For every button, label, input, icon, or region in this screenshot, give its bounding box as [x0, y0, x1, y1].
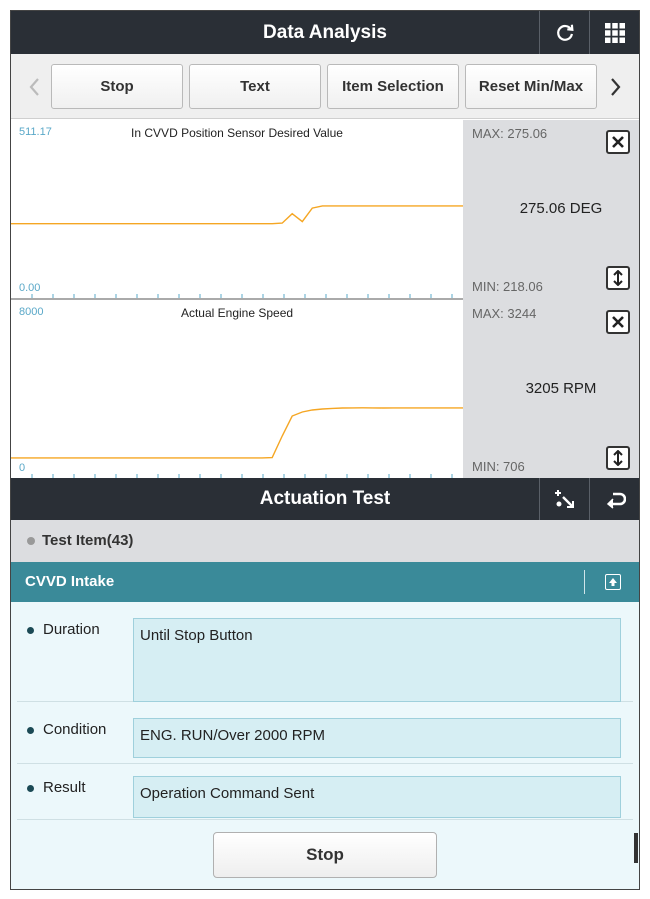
series-line [11, 205, 463, 225]
result-value: Operation Command Sent [133, 776, 621, 818]
remove-graph-button[interactable] [606, 130, 630, 154]
graph-line-chart [11, 205, 463, 300]
graph-panel-engine-speed: 8000 Actual Engine Speed 0 MAX: 3244 320… [11, 300, 639, 480]
bullet-dot [27, 727, 34, 734]
actuation-test-header: Actuation Test [11, 478, 639, 520]
min-value: MIN: 706 [472, 459, 525, 474]
stop-toolbar-button[interactable]: Stop [51, 64, 183, 109]
test-item-bar[interactable]: Test Item(43) [11, 520, 639, 562]
toolbar: Stop Text Item Selection Reset Min/Max [11, 54, 639, 119]
current-value: 275.06 DEG [519, 200, 603, 217]
result-label: Result [43, 779, 86, 796]
scrollbar-thumb[interactable] [634, 833, 638, 863]
item-selection-button[interactable]: Item Selection [327, 64, 459, 109]
condition-value: ENG. RUN/Over 2000 RPM [133, 718, 621, 758]
graph-plot-area[interactable]: 8000 Actual Engine Speed 0 [11, 300, 463, 480]
series-line [11, 407, 463, 459]
stop-button[interactable]: Stop [213, 832, 437, 878]
grid-menu-button[interactable] [589, 11, 639, 54]
toolbar-next-button[interactable] [601, 64, 631, 109]
selected-test-bar[interactable]: CVVD Intake [11, 562, 639, 602]
max-value: MAX: 3244 [472, 306, 537, 321]
chevron-right-icon [611, 77, 621, 96]
collapse-up-icon [609, 578, 617, 586]
duration-value: Until Stop Button [133, 618, 621, 702]
test-detail-panel: Duration Until Stop Button Condition ENG… [11, 602, 639, 889]
scale-graph-button[interactable] [606, 266, 630, 290]
bullet-dot [27, 627, 34, 634]
toolbar-prev-button[interactable] [19, 64, 49, 109]
grid-menu-icon [604, 22, 625, 43]
vertical-resize-icon [613, 270, 623, 286]
refresh-icon [556, 24, 574, 41]
return-arrow-icon [606, 492, 626, 509]
graph-line-chart [11, 407, 463, 480]
data-analysis-header: Data Analysis [11, 11, 639, 54]
bullet-dot [27, 785, 34, 792]
condition-label: Condition [43, 721, 107, 738]
remove-graph-button[interactable] [606, 310, 630, 334]
text-button[interactable]: Text [189, 64, 321, 109]
vertical-resize-icon [613, 450, 623, 466]
bullet-dot [27, 537, 35, 545]
result-row: Result Operation Command Sent [17, 764, 633, 820]
max-value: MAX: 275.06 [472, 126, 548, 141]
graph-plot-area[interactable]: 511.17 In CVVD Position Sensor Desired V… [11, 120, 463, 300]
chevron-left-icon [29, 77, 39, 96]
selected-test-name: CVVD Intake [25, 573, 115, 590]
test-item-count: Test Item(43) [42, 532, 134, 549]
collapse-button[interactable] [605, 574, 621, 590]
duration-row: Duration Until Stop Button [17, 602, 633, 702]
refresh-button[interactable] [539, 11, 589, 54]
min-value: MIN: 218.06 [472, 279, 543, 294]
close-icon [612, 316, 624, 328]
close-icon [612, 136, 624, 148]
current-value: 3205 RPM [525, 380, 597, 397]
tools-button[interactable] [539, 478, 589, 520]
graph-panel-cvvd-position: 511.17 In CVVD Position Sensor Desired V… [11, 120, 639, 300]
condition-row: Condition ENG. RUN/Over 2000 RPM [17, 710, 633, 764]
app-frame: Data Analysis Stop Text Item Selection R… [10, 10, 640, 890]
graph-side-panel: MAX: 275.06 275.06 DEG MIN: 218.06 [463, 120, 639, 300]
reset-min-max-button[interactable]: Reset Min/Max [465, 64, 597, 109]
graph-side-panel: MAX: 3244 3205 RPM MIN: 706 [463, 300, 639, 480]
scale-graph-button[interactable] [606, 446, 630, 470]
tools-icon [554, 490, 574, 508]
duration-label: Duration [43, 621, 100, 638]
divider [584, 570, 585, 594]
back-button[interactable] [589, 478, 639, 520]
